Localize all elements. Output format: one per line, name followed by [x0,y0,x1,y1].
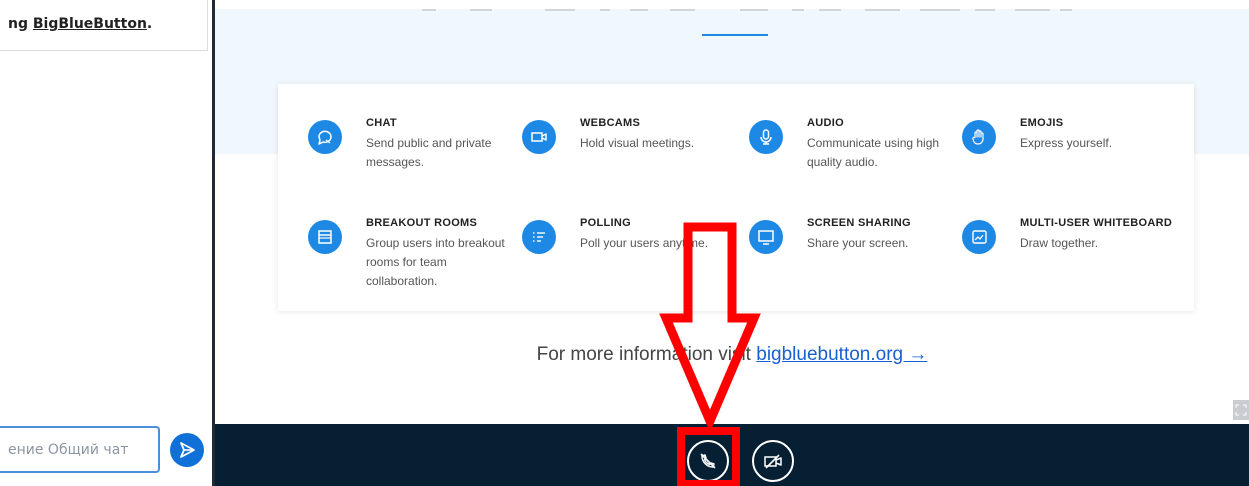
share-webcam-button[interactable] [752,440,794,482]
leave-audio-button[interactable] [687,440,729,482]
action-bar [215,424,1249,486]
feature-title: CHAT [366,117,397,129]
microphone-icon [749,120,783,154]
expand-icon [1235,404,1247,416]
feature-description: Group users into breakout rooms for team… [366,236,505,288]
feature-description: Send public and private messages. [366,136,492,169]
chat-icon [308,120,342,154]
feature-description: Hold visual meetings. [580,136,695,150]
phone-off-icon [700,453,716,469]
presentation-top-edge [215,0,1249,9]
feature-title: WEBCAMS [580,117,641,129]
breakout-icon [308,220,342,254]
feature-description: Draw together. [1020,236,1099,250]
feature-audio: AUDIO Communicate using high quality aud… [749,117,959,172]
feature-title: BREAKOUT ROOMS [366,217,478,229]
cropped-hero-text [215,9,1249,13]
more-info-text: For more information visit bigbluebutton… [215,344,1249,366]
chat-message-suffix: . [146,16,153,32]
feature-whiteboard: MULTI-USER WHITEBOARD Draw together. [962,217,1192,254]
chat-message-link[interactable]: BigBlueButton [33,16,147,32]
more-info-prefix: For more information visit [536,344,757,365]
send-icon [180,442,195,458]
feature-title: AUDIO [807,117,844,129]
chat-message: ng BigBlueButton. [0,0,208,51]
feature-description: Poll your users anytime. [580,236,709,250]
feature-title: POLLING [580,217,631,229]
hero-underline [702,34,768,36]
feature-title: EMOJIS [1020,117,1064,129]
feature-description: Share your screen. [807,236,909,250]
feature-title: SCREEN SHARING [807,217,911,229]
features-card: CHAT Send public and private messages. W… [278,84,1194,311]
whiteboard-icon [962,220,996,254]
send-message-button[interactable] [170,433,204,467]
feature-emojis: EMOJIS Express yourself. [962,117,1182,154]
chat-message-prefix: ng [8,16,33,32]
chat-panel: ng BigBlueButton. [0,0,212,486]
hand-icon [962,120,996,154]
list-icon [522,220,556,254]
chat-message-input[interactable] [0,426,160,473]
feature-description: Communicate using high quality audio. [807,136,940,169]
feature-screen-sharing: SCREEN SHARING Share your screen. [749,217,959,254]
feature-chat: CHAT Send public and private messages. [308,117,508,172]
feature-polling: POLLING Poll your users anytime. [522,217,732,254]
webcam-icon [522,120,556,154]
presentation-area: CHAT Send public and private messages. W… [215,0,1249,424]
feature-title: MULTI-USER WHITEBOARD [1020,217,1173,229]
bigbluebutton-link[interactable]: bigbluebutton.org → [756,344,927,365]
feature-description: Express yourself. [1020,136,1113,150]
fullscreen-button[interactable] [1233,400,1249,420]
monitor-icon [749,220,783,254]
feature-webcams: WEBCAMS Hold visual meetings. [522,117,732,154]
app-window: ng BigBlueButton. ение Общий чат CHAT Se… [0,0,1249,486]
feature-breakout-rooms: BREAKOUT ROOMS Group users into breakout… [308,217,518,291]
webcam-off-icon [764,454,782,469]
